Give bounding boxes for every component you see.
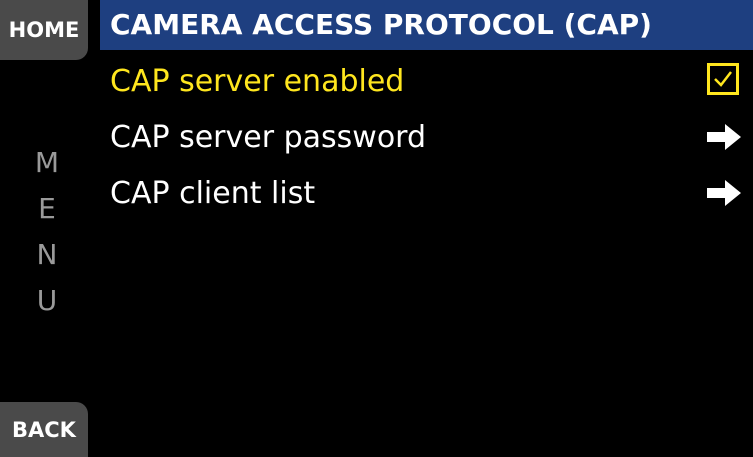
menu-letter: U xyxy=(36,284,58,317)
menu-vertical-label: M E N U xyxy=(0,140,94,324)
checkmark-icon xyxy=(714,71,732,87)
arrow-right-icon xyxy=(707,124,741,150)
home-button-label: HOME xyxy=(8,18,80,42)
screen: HOME M E N U BACK CAMERA ACCESS PROTOCOL… xyxy=(0,0,753,457)
back-button[interactable]: BACK xyxy=(0,402,88,457)
menu-item-label: CAP client list xyxy=(110,175,316,211)
page-title: CAMERA ACCESS PROTOCOL (CAP) xyxy=(100,0,753,50)
cap-server-enabled-checkbox[interactable] xyxy=(707,63,739,95)
arrow-right-icon xyxy=(707,180,741,206)
menu-letter: E xyxy=(38,192,56,225)
menu-letter: N xyxy=(36,238,58,271)
menu-item-cap-client-list[interactable]: CAP client list xyxy=(100,165,753,221)
home-button[interactable]: HOME xyxy=(0,0,88,60)
menu-item-cap-server-password[interactable]: CAP server password xyxy=(100,109,753,165)
menu-item-label: CAP server enabled xyxy=(110,63,405,99)
menu-item-label: CAP server password xyxy=(110,119,427,155)
menu-list: CAP server enabled CAP server password C… xyxy=(100,53,753,221)
menu-letter: M xyxy=(34,146,60,179)
back-button-label: BACK xyxy=(12,417,76,442)
menu-item-cap-server-enabled[interactable]: CAP server enabled xyxy=(100,53,753,109)
